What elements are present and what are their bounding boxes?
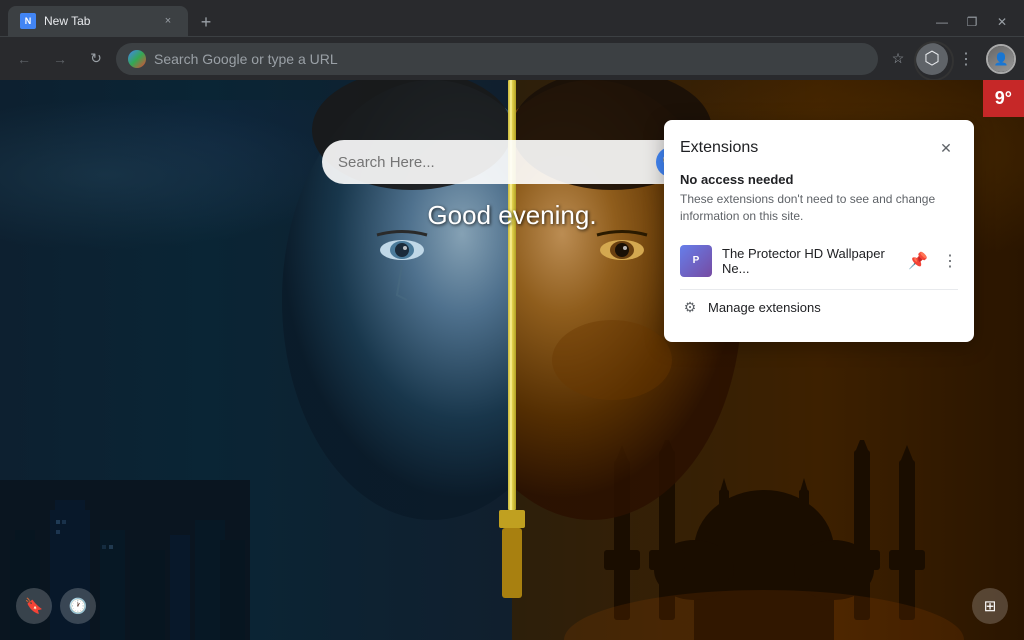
bottom-left-icons: 🔖 🕐 [16, 588, 96, 624]
profile-button[interactable]: 👤 [986, 44, 1016, 74]
temperature-text: 9° [995, 88, 1012, 108]
popup-title: Extensions [680, 139, 758, 157]
tab-favicon: N [20, 13, 36, 29]
refresh-button[interactable]: ↻ [80, 43, 112, 75]
forward-icon: → [53, 51, 67, 67]
search-container: 🔍 [322, 140, 702, 184]
extension-icon: P [680, 245, 712, 277]
greeting-text: Good evening. [427, 200, 596, 230]
bookmark-icon: 🔖 [25, 597, 44, 615]
address-bar[interactable]: Search Google or type a URL [116, 43, 878, 75]
close-button[interactable]: ✕ [988, 12, 1016, 32]
greeting-container: Good evening. [427, 200, 596, 231]
tab-bar: N New Tab × + — ❐ ✕ [0, 0, 1024, 36]
manage-extensions-label: Manage extensions [708, 300, 821, 315]
gear-icon: ⚙ [680, 298, 700, 318]
manage-extensions-link[interactable]: ⚙ Manage extensions [680, 289, 958, 326]
minimize-button[interactable]: — [928, 12, 956, 32]
star-icon: ☆ [892, 50, 905, 67]
active-tab[interactable]: N New Tab × [8, 6, 188, 36]
extensions-icon: ⬡ [924, 48, 940, 69]
profile-avatar: 👤 [988, 46, 1014, 72]
bookmark-star-button[interactable]: ☆ [882, 43, 914, 75]
extension-name: The Protector HD Wallpaper Ne... [722, 246, 898, 276]
popup-close-button[interactable]: ✕ [934, 136, 958, 160]
search-box[interactable]: 🔍 [322, 140, 702, 184]
no-access-label: No access needed [680, 172, 958, 187]
extensions-popup: Extensions ✕ No access needed These exte… [664, 120, 974, 342]
history-icon: 🕐 [69, 597, 88, 615]
extension-item: P The Protector HD Wallpaper Ne... 📌 ⋮ [680, 237, 958, 285]
forward-button[interactable]: → [44, 43, 76, 75]
grid-icon: ⊞ [984, 597, 997, 615]
window-controls: — ❐ ✕ [928, 12, 1016, 36]
chrome-browser: N New Tab × + — ❐ ✕ ← → ↻ Search Google … [0, 0, 1024, 640]
new-tab-page: 🔍 Good evening. 9° 🔖 🕐 ⊞ [0, 80, 1024, 640]
maximize-button[interactable]: ❐ [958, 12, 986, 32]
bookmark-icon-btn[interactable]: 🔖 [16, 588, 52, 624]
history-icon-btn[interactable]: 🕐 [60, 588, 96, 624]
menu-icon: ⋮ [958, 49, 974, 69]
search-input[interactable] [338, 154, 648, 171]
back-button[interactable]: ← [8, 43, 40, 75]
temperature-badge: 9° [983, 80, 1024, 117]
extension-more-button[interactable]: ⋮ [942, 251, 958, 271]
tab-title: New Tab [44, 14, 152, 28]
navigation-toolbar: ← → ↻ Search Google or type a URL ☆ ⬡ ⋮ … [0, 36, 1024, 80]
back-icon: ← [17, 51, 31, 67]
google-icon [128, 50, 146, 68]
popup-header: Extensions ✕ [680, 136, 958, 160]
extensions-button[interactable]: ⬡ [916, 43, 948, 75]
chrome-menu-button[interactable]: ⋮ [950, 43, 982, 75]
extension-pin-button[interactable]: 📌 [908, 251, 928, 271]
tab-close-button[interactable]: × [160, 13, 176, 29]
bottom-right-icons: ⊞ [972, 588, 1008, 624]
address-text: Search Google or type a URL [154, 51, 866, 67]
toolbar-icons: ☆ ⬡ ⋮ [882, 43, 982, 75]
grid-icon-btn[interactable]: ⊞ [972, 588, 1008, 624]
new-tab-button[interactable]: + [192, 8, 220, 36]
no-access-desc: These extensions don't need to see and c… [680, 191, 958, 225]
refresh-icon: ↻ [90, 50, 102, 67]
